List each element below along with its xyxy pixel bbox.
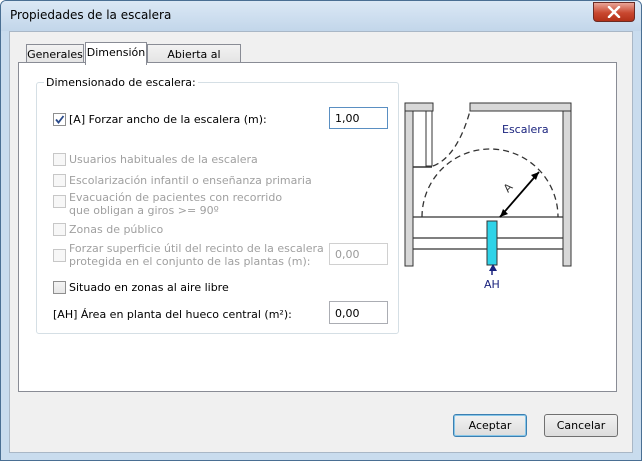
forzar-superficie-label-line1: Forzar superficie útil del recinto de la…	[69, 242, 324, 255]
forzar-superficie-label-line2: protegida en el conjunto de las plantas …	[69, 255, 311, 268]
evacuacion-checkbox[interactable]	[53, 195, 66, 208]
superficie-util-input[interactable]: 0,00	[329, 243, 388, 265]
forzar-ancho-label: [A] Forzar ancho de la escalera (m):	[69, 113, 267, 126]
label-a: A	[501, 180, 516, 195]
evacuacion-label-line2: que obligan a giros >= 90º	[69, 204, 219, 217]
usuarios-habituales-checkbox[interactable]	[53, 153, 66, 166]
top-right-wall	[469, 102, 572, 112]
escolarizacion-label: Escolarización infantil o enseñanza prim…	[69, 174, 312, 187]
aire-libre-checkbox[interactable]	[53, 281, 66, 294]
zonas-publico-checkbox[interactable]	[53, 223, 66, 236]
label-escalera: Escalera	[502, 123, 549, 136]
zonas-publico-label: Zonas de público	[69, 223, 164, 236]
stair-diagram: A Escalera	[404, 102, 572, 275]
area-hueco-input[interactable]: 0,00	[329, 301, 388, 324]
stair-width-arc	[421, 148, 559, 218]
close-button[interactable]	[593, 2, 635, 22]
title-bar[interactable]: Propiedades de la escalera	[1, 1, 641, 31]
aire-libre-label: Situado en zonas al aire libre	[69, 281, 229, 294]
door-swing-arc	[432, 110, 471, 167]
ancho-escalera-input[interactable]: 1,00	[329, 107, 388, 129]
group-title: Dimensionado de escalera:	[44, 76, 198, 89]
right-wall	[562, 102, 572, 267]
forzar-ancho-checkbox[interactable]	[53, 113, 66, 126]
checkmark-icon	[55, 115, 65, 124]
top-left-wall	[404, 102, 434, 112]
close-icon	[607, 6, 621, 18]
label-ah: AH	[484, 278, 500, 291]
accept-button[interactable]: Aceptar	[453, 414, 527, 437]
left-wall	[404, 102, 414, 267]
central-hollow	[486, 220, 498, 266]
tab-dimension[interactable]: Dimensión	[85, 42, 147, 65]
door-leaf	[425, 110, 433, 167]
window-title: Propiedades de la escalera	[10, 8, 172, 22]
tab-abierta-al-exterior[interactable]: Abierta al exterior	[147, 44, 241, 80]
ah-arrow-head-icon	[489, 264, 497, 271]
escolarizacion-checkbox[interactable]	[53, 174, 66, 187]
cancel-button[interactable]: Cancelar	[544, 414, 618, 437]
tab-generales[interactable]: Generales	[26, 44, 84, 64]
width-arrow	[499, 171, 540, 218]
usuarios-habituales-label: Usuarios habituales de la escalera	[69, 153, 258, 166]
evacuacion-label-line1: Evacuación de pacientes con recorrido	[69, 191, 283, 204]
forzar-superficie-checkbox[interactable]	[53, 249, 66, 262]
area-hueco-label: [AH] Área en planta del hueco central (m…	[53, 308, 292, 321]
